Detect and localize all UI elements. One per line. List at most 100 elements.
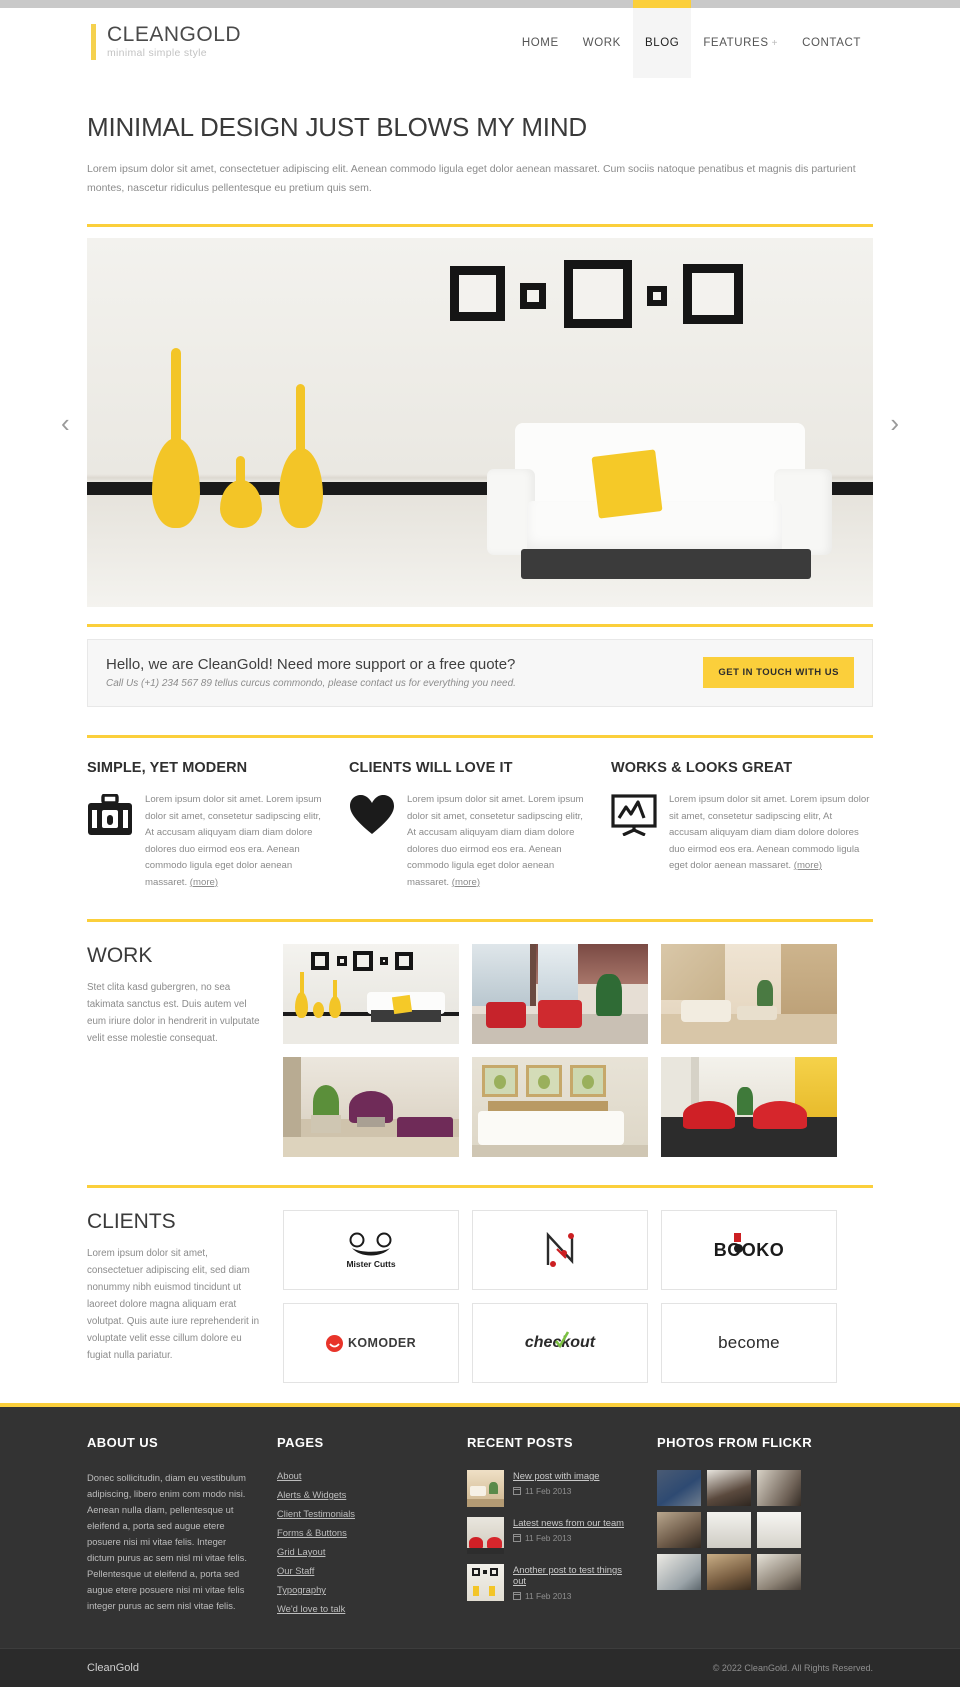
wall-frame (647, 286, 667, 306)
flickr-photo-bathroom[interactable] (657, 1554, 701, 1590)
footer-link-grid-layout[interactable]: Grid Layout (277, 1546, 441, 1557)
flickr-photo-white-room[interactable] (757, 1512, 801, 1548)
logo-accent-bar (91, 24, 96, 60)
nav-item-features[interactable]: FEATURES + (691, 8, 790, 78)
site-footer: ABOUT US Donec sollicitudin, diam eu ves… (0, 1407, 960, 1687)
slider-next-arrow[interactable]: › (890, 410, 899, 436)
work-thumb-attic-living-room[interactable] (661, 944, 837, 1044)
client-logo-mister-cutts[interactable]: Mister Cutts (283, 1210, 459, 1290)
feature-more-link[interactable]: (more) (190, 877, 218, 888)
recent-post-item[interactable]: Latest news from our team 11 Feb 2013 (467, 1517, 631, 1554)
feature-title: WORKS & LOOKS GREAT (610, 760, 793, 776)
wall-frame (564, 260, 632, 328)
logo-tagline: minimal simple style (107, 47, 207, 59)
work-thumb-red-armchairs-lounge[interactable] (472, 944, 648, 1044)
client-logo-become[interactable]: become (661, 1303, 837, 1383)
recent-post-title[interactable]: New post with image (513, 1470, 600, 1481)
client-logo-komoder[interactable]: KOMODER (283, 1303, 459, 1383)
feature-card: SIMPLE, YET MODERN Lorem ipsum dolor sit… (87, 760, 349, 891)
recent-posts-list: New post with image 11 Feb 2013 Latest n… (467, 1470, 631, 1601)
work-gallery (283, 944, 837, 1157)
cta-banner: Hello, we are CleanGold! Need more suppo… (87, 639, 873, 707)
footer-copyright: © 2022 CleanGold. All Rights Reserved. (712, 1663, 873, 1673)
client-logo-checkout[interactable]: checkout (472, 1303, 648, 1383)
nav-label: FEATURES (703, 37, 769, 49)
lock-briefcase-icon (87, 792, 135, 891)
feature-body-text: Lorem ipsum dolor sit amet. Lorem ipsum … (668, 794, 870, 871)
recent-post-thumb-frames-lamp (467, 1564, 504, 1601)
flickr-photo-white-wall[interactable] (707, 1512, 751, 1548)
work-title: WORK (87, 944, 153, 967)
feature-more-link[interactable]: (more) (794, 860, 822, 871)
flickr-photo-corridor[interactable] (757, 1470, 801, 1506)
work-section: WORK Stet clita kasd gubergren, no sea t… (87, 944, 873, 1157)
recent-post-title[interactable]: Another post to test things out (513, 1564, 631, 1586)
footer-link-forms-buttons[interactable]: Forms & Buttons (277, 1527, 441, 1538)
feature-body-text: Lorem ipsum dolor sit amet. Lorem ipsum … (406, 794, 584, 888)
footer-flickr-column: PHOTOS FROM FLICKR (657, 1435, 847, 1622)
work-text: Stet clita kasd gubergren, no sea takima… (87, 982, 260, 1044)
footer-about-column: ABOUT US Donec sollicitudin, diam eu ves… (87, 1435, 277, 1622)
cta-heading: Hello, we are CleanGold! Need more suppo… (106, 656, 516, 673)
footer-flickr-title: PHOTOS FROM FLICKR (657, 1435, 813, 1450)
recent-post-title[interactable]: Latest news from our team (513, 1517, 624, 1528)
footer-link-client-testimonials[interactable]: Client Testimonials (277, 1508, 441, 1519)
calendar-icon (513, 1592, 521, 1600)
page-root: CLEANGOLD minimal simple style HOME WORK… (0, 0, 960, 1687)
footer-link-about[interactable]: About (277, 1470, 441, 1481)
flickr-photo-blue-bed[interactable] (657, 1470, 701, 1506)
footer-bottom-bar: CleanGold © 2022 CleanGold. All Rights R… (0, 1648, 960, 1687)
booko-dot (733, 1243, 743, 1253)
flickr-photo-wardrobe[interactable] (757, 1554, 801, 1590)
nav-label: BLOG (644, 37, 680, 49)
hero-slider[interactable]: ‹ › (61, 238, 899, 607)
flickr-photo-dark-hall[interactable] (707, 1470, 751, 1506)
wall-frame (683, 264, 743, 324)
nav-item-blog[interactable]: BLOG (632, 0, 692, 78)
client-logo-label: Mister Cutts (346, 1258, 396, 1269)
heart-icon (349, 792, 397, 891)
feature-card: WORKS & LOOKS GREAT Lorem ipsum dolor si… (611, 760, 873, 891)
nav-item-work[interactable]: WORK (571, 8, 633, 78)
flickr-photo-closet[interactable] (707, 1554, 751, 1590)
nav-item-contact[interactable]: CONTACT (790, 8, 873, 78)
calendar-icon (513, 1487, 521, 1495)
nav-label: HOME (521, 37, 559, 49)
footer-link-typography[interactable]: Typography (277, 1584, 441, 1595)
top-grey-strip (0, 0, 960, 8)
feature-more-link[interactable]: (more) (452, 877, 480, 888)
client-logo-booko[interactable]: BOOKO (661, 1210, 837, 1290)
footer-link-our-staff[interactable]: Our Staff (277, 1565, 441, 1576)
divider-accent (87, 919, 873, 922)
client-logo-n-mark[interactable] (472, 1210, 648, 1290)
chart-presentation-icon (611, 792, 659, 875)
clients-logo-grid: Mister Cutts BOOKO KOMODER checkout beco… (283, 1210, 837, 1383)
footer-link-alerts-widgets[interactable]: Alerts & Widgets (277, 1489, 441, 1500)
nav-label: WORK (582, 37, 621, 49)
client-logo-label: KOMODER (347, 1336, 417, 1350)
wall-frame (520, 283, 546, 309)
wall-frame (450, 266, 505, 321)
recent-post-date: 11 Feb 2013 (513, 1591, 631, 1601)
logo[interactable]: CLEANGOLD minimal simple style (91, 24, 241, 60)
get-in-touch-button[interactable]: GET IN TOUCH WITH US (703, 657, 854, 688)
recent-post-date: 11 Feb 2013 (513, 1486, 600, 1496)
work-thumb-white-sofa-yellow-vases[interactable] (283, 944, 459, 1044)
recent-post-thumb-attic-room (467, 1470, 504, 1507)
work-thumb-bedroom-with-art[interactable] (472, 1057, 648, 1157)
recent-post-item[interactable]: New post with image 11 Feb 2013 (467, 1470, 631, 1507)
dropdown-plus-icon: + (771, 37, 779, 49)
client-logo-label: BOOKO (713, 1239, 785, 1260)
feature-title: CLIENTS WILL LOVE IT (348, 760, 513, 776)
yellow-pillow (591, 449, 663, 519)
nav-item-home[interactable]: HOME (510, 8, 571, 78)
nav-label: CONTACT (802, 37, 861, 49)
footer-pages-title: PAGES (277, 1435, 324, 1450)
slider-prev-arrow[interactable]: ‹ (61, 410, 70, 436)
work-thumb-red-modern-chairs[interactable] (661, 1057, 837, 1157)
footer-link-wed-love-to-talk[interactable]: We'd love to talk (277, 1603, 441, 1614)
work-thumb-purple-chairs-room[interactable] (283, 1057, 459, 1157)
logo-name: CLEANGOLD (107, 23, 242, 46)
recent-post-item[interactable]: Another post to test things out 11 Feb 2… (467, 1564, 631, 1601)
flickr-photo-doorway[interactable] (657, 1512, 701, 1548)
